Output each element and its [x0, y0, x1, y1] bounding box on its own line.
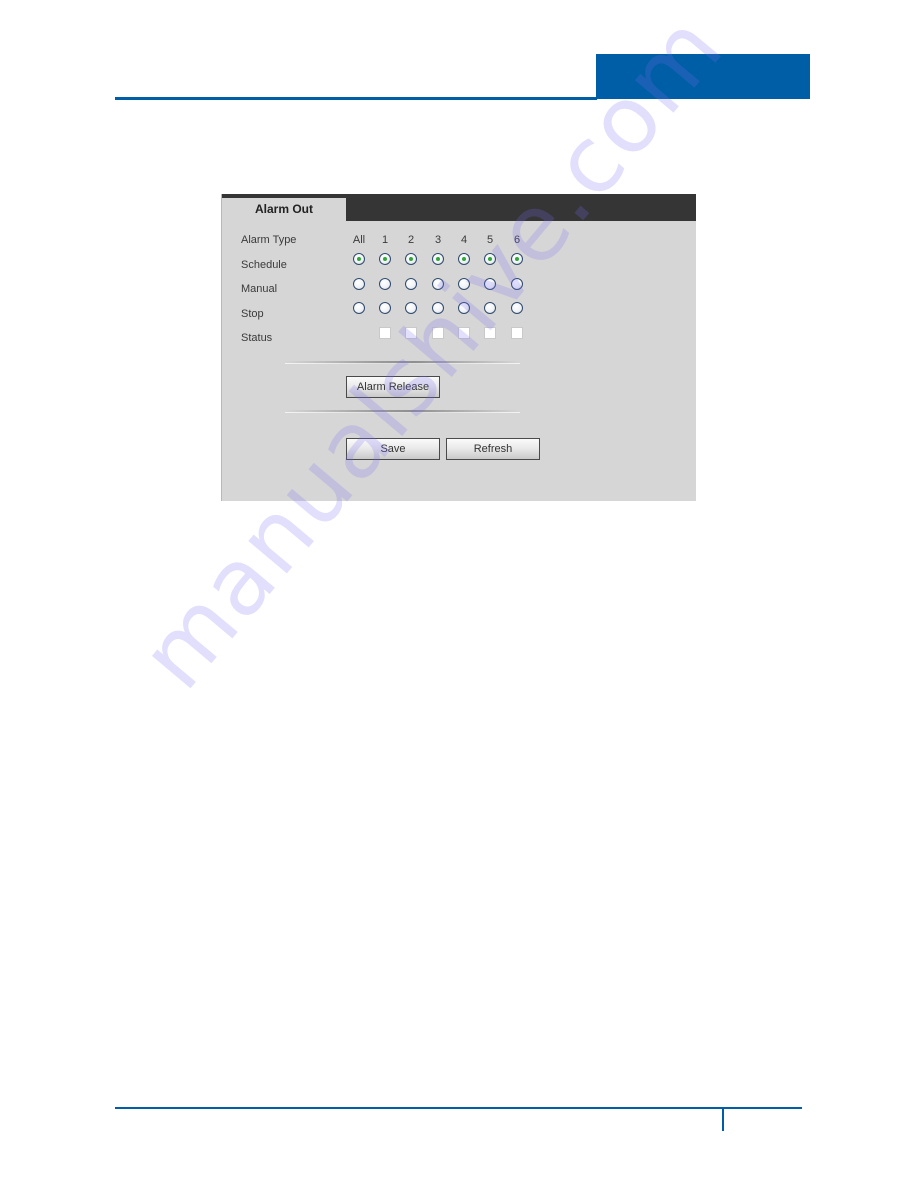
column-3: 3 — [434, 234, 442, 246]
status-checkbox-4[interactable] — [458, 327, 470, 339]
radio-stop-5[interactable] — [484, 302, 496, 314]
schedule-label: Schedule — [241, 259, 287, 271]
radio-schedule-5[interactable] — [484, 253, 496, 265]
column-5: 5 — [486, 234, 494, 246]
footer-rule — [115, 1107, 802, 1109]
radio-manual-4[interactable] — [458, 278, 470, 290]
column-2: 2 — [407, 234, 415, 246]
header-rule — [115, 97, 597, 100]
status-checkbox-3[interactable] — [432, 327, 444, 339]
radio-stop-all[interactable] — [353, 302, 365, 314]
radio-schedule-3[interactable] — [432, 253, 444, 265]
radio-stop-1[interactable] — [379, 302, 391, 314]
radio-manual-all[interactable] — [353, 278, 365, 290]
radio-manual-5[interactable] — [484, 278, 496, 290]
radio-schedule-2[interactable] — [405, 253, 417, 265]
column-4: 4 — [460, 234, 468, 246]
radio-manual-3[interactable] — [432, 278, 444, 290]
radio-stop-6[interactable] — [511, 302, 523, 314]
column-all: All — [352, 234, 366, 246]
radio-schedule-4[interactable] — [458, 253, 470, 265]
status-checkbox-5[interactable] — [484, 327, 496, 339]
column-1: 1 — [381, 234, 389, 246]
stop-label: Stop — [241, 308, 264, 320]
radio-manual-6[interactable] — [511, 278, 523, 290]
alarm-release-button[interactable]: Alarm Release — [346, 376, 440, 398]
divider-top — [285, 361, 520, 364]
radio-schedule-1[interactable] — [379, 253, 391, 265]
tab-alarm-out[interactable]: Alarm Out — [222, 198, 346, 221]
status-label: Status — [241, 332, 273, 344]
column-6: 6 — [513, 234, 521, 246]
status-checkbox-1[interactable] — [379, 327, 391, 339]
divider-bottom — [285, 410, 520, 413]
radio-schedule-6[interactable] — [511, 253, 523, 265]
manual-label: Manual — [241, 283, 278, 295]
header-chapter-block — [596, 54, 810, 99]
radio-schedule-all[interactable] — [353, 253, 365, 265]
status-checkbox-2[interactable] — [405, 327, 417, 339]
footer-page-divider — [722, 1107, 724, 1131]
radio-stop-4[interactable] — [458, 302, 470, 314]
alarm-out-panel: Alarm Out Alarm Type Schedule Manual Sto… — [221, 194, 696, 501]
radio-stop-2[interactable] — [405, 302, 417, 314]
save-button[interactable]: Save — [346, 438, 440, 460]
refresh-button[interactable]: Refresh — [446, 438, 540, 460]
alarm-type-label: Alarm Type — [241, 234, 297, 246]
radio-stop-3[interactable] — [432, 302, 444, 314]
radio-manual-1[interactable] — [379, 278, 391, 290]
radio-manual-2[interactable] — [405, 278, 417, 290]
tab-bar: Alarm Out — [222, 194, 696, 221]
status-checkbox-6[interactable] — [511, 327, 523, 339]
